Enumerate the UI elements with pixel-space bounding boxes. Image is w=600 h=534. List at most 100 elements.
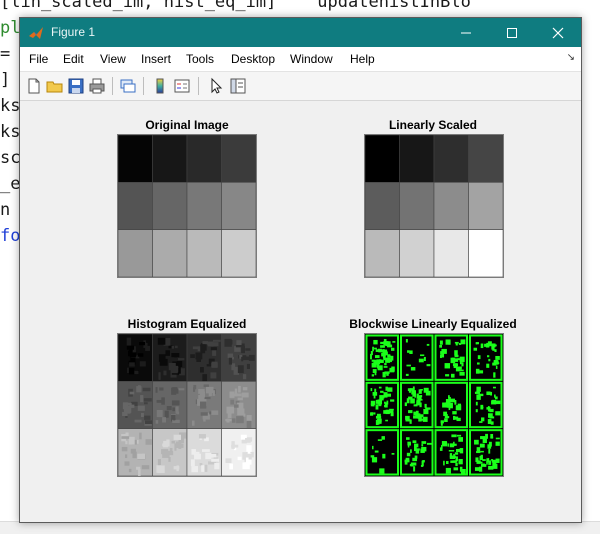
image-block [152, 135, 188, 183]
image-texture [139, 341, 146, 346]
green-pixel [450, 398, 456, 403]
menu-file[interactable]: File [29, 52, 48, 66]
menu-help[interactable]: Help [350, 52, 375, 66]
green-pixel [416, 413, 421, 419]
image-texture [241, 345, 246, 354]
green-pixel [419, 402, 422, 408]
green-pixel [377, 363, 379, 369]
open-file-icon[interactable] [46, 77, 64, 95]
green-pixel [454, 452, 459, 455]
link-plot-icon[interactable] [119, 77, 137, 95]
code-line: n [0, 200, 11, 220]
image-texture [228, 357, 233, 365]
menu-tools[interactable]: Tools [186, 52, 214, 66]
image-texture [227, 413, 232, 419]
green-pixel [410, 449, 412, 453]
title-bar[interactable]: Figure 1 [20, 18, 581, 47]
image-block [399, 229, 435, 277]
image-texture [141, 465, 150, 470]
green-pixel [405, 373, 409, 376]
green-pixel [387, 359, 389, 363]
green-pixel [448, 450, 455, 452]
green-pixel [414, 443, 419, 448]
figure-canvas[interactable]: Original Image Linearly Scaled Histogram… [20, 101, 581, 522]
save-icon[interactable] [67, 77, 85, 95]
green-pixel [456, 417, 461, 422]
image-texture [139, 432, 142, 440]
image-texture [190, 459, 195, 467]
green-pixel [385, 419, 388, 422]
green-pixel [441, 441, 447, 446]
new-figure-icon[interactable] [25, 77, 43, 95]
green-pixel [377, 348, 382, 353]
minimize-button[interactable] [443, 18, 489, 47]
insert-colorbar-icon[interactable] [151, 77, 169, 95]
green-pixel [487, 406, 490, 412]
green-pixel [479, 443, 485, 448]
dock-arrow-icon[interactable]: ↘ [567, 52, 575, 63]
green-pixel [459, 448, 464, 454]
image-texture [138, 468, 141, 476]
green-pixel [384, 401, 386, 404]
image-texture [231, 444, 239, 448]
image-axes-blockwise[interactable] [364, 333, 504, 477]
green-pixel [426, 364, 431, 367]
green-pixel [416, 448, 420, 451]
image-texture [246, 363, 250, 370]
image-texture [211, 458, 220, 462]
image-texture [140, 395, 144, 403]
image-texture [138, 385, 141, 393]
image-texture [190, 354, 195, 359]
image-texture [230, 399, 235, 405]
green-pixel [476, 362, 480, 365]
image-texture [242, 387, 248, 391]
print-icon[interactable] [88, 77, 106, 95]
property-inspector-icon[interactable] [229, 77, 247, 95]
menu-edit[interactable]: Edit [63, 52, 84, 66]
green-pixel [420, 389, 423, 391]
image-axes-histeq[interactable] [117, 333, 257, 477]
green-pixel [387, 393, 392, 397]
image-axes-linear[interactable] [364, 134, 504, 278]
code-line: [lin_scaled_im, hist_eq_im] updatehistIn… [0, 0, 471, 12]
green-pixel [439, 340, 443, 345]
code-line: ] [0, 70, 11, 90]
green-pixel [453, 443, 457, 446]
green-pixel [416, 393, 419, 399]
green-pixel [383, 410, 387, 414]
image-texture [241, 392, 249, 398]
matlab-logo-icon [29, 27, 43, 39]
menu-view[interactable]: View [100, 52, 126, 66]
axes-title: Linearly Scaled [388, 118, 478, 132]
green-pixel [407, 445, 410, 448]
insert-legend-icon[interactable] [173, 77, 191, 95]
image-block [433, 182, 469, 230]
image-texture [168, 457, 171, 462]
image-texture [224, 340, 233, 345]
green-pixel [374, 450, 379, 453]
green-pixel [373, 360, 378, 363]
green-pixel [385, 386, 388, 391]
image-block [152, 182, 188, 230]
edit-plot-arrow-icon[interactable] [207, 77, 225, 95]
image-texture [144, 420, 153, 425]
image-axes-original[interactable] [117, 134, 257, 278]
image-texture [203, 415, 206, 422]
maximize-button[interactable] [489, 18, 535, 47]
green-pixel [452, 411, 457, 415]
green-pixel [439, 447, 443, 451]
green-pixel [458, 343, 462, 345]
green-pixel [460, 357, 463, 362]
close-button[interactable] [535, 18, 581, 47]
green-pixel [426, 343, 430, 346]
image-block [468, 229, 503, 277]
menu-insert[interactable]: Insert [141, 52, 171, 66]
green-pixel [459, 466, 463, 472]
menu-desktop[interactable]: Desktop [231, 52, 275, 66]
image-texture [212, 350, 217, 356]
toolbar-separator [198, 77, 199, 95]
green-pixel [487, 355, 490, 358]
green-pixel [379, 468, 385, 474]
green-pixel [476, 386, 481, 392]
menu-window[interactable]: Window [290, 52, 333, 66]
